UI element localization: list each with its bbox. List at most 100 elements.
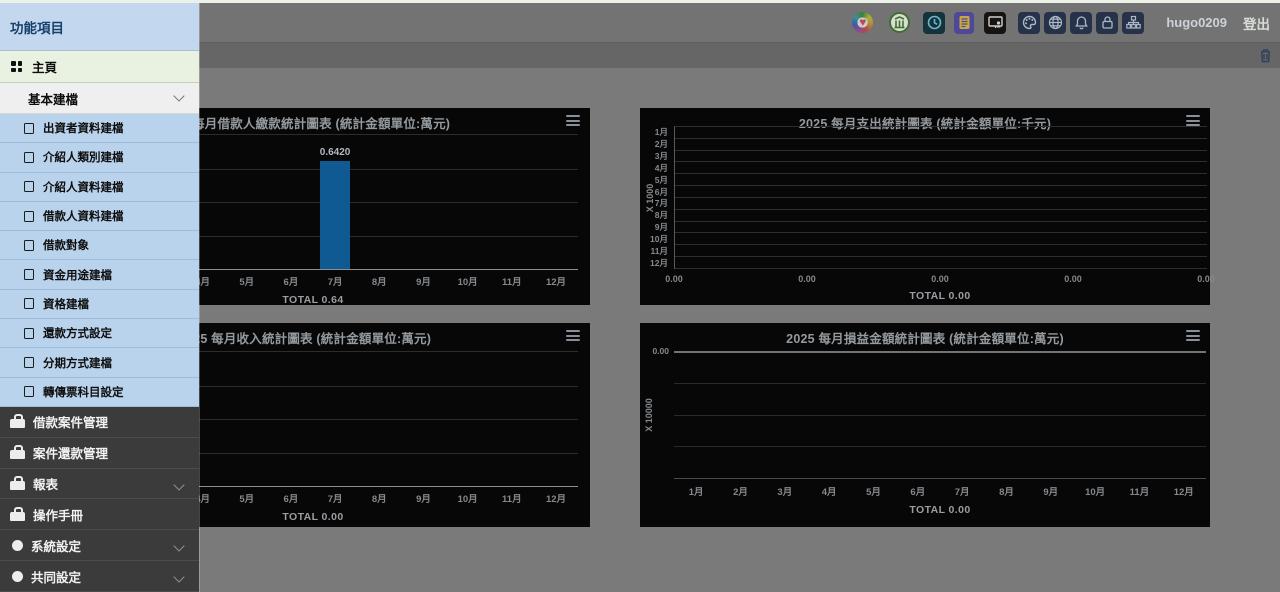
chart-menu-icon[interactable] — [1186, 115, 1200, 126]
sidebar-subitem-介紹人資料建檔[interactable]: 介紹人資料建檔 — [0, 173, 199, 202]
y-axis-label: 9月 — [655, 221, 668, 233]
x-axis-label: 6月 — [896, 484, 940, 498]
sidebar-subitem-還款方式設定[interactable]: 還款方式設定 — [0, 319, 199, 348]
sidebar-subitem-label: 還款方式設定 — [43, 325, 112, 341]
trash-icon[interactable] — [1259, 48, 1272, 63]
bell-icon[interactable] — [1070, 12, 1092, 34]
category-row: 12月 — [675, 257, 1207, 269]
sidebar-item-label: 共同設定 — [31, 567, 81, 586]
sidebar-subitem-出資者資料建檔[interactable]: 出資者資料建檔 — [0, 114, 199, 143]
gridline — [674, 415, 1206, 416]
y-axis-label: 7月 — [655, 197, 668, 209]
category-row: 6月 — [675, 186, 1207, 198]
chart-menu-icon[interactable] — [1186, 330, 1200, 341]
x-axis-label: 12月 — [1162, 484, 1206, 498]
sidebar-subitem-資格建檔[interactable]: 資格建檔 — [0, 290, 199, 319]
x-axis-label: 6月 — [269, 491, 313, 505]
y-axis-label: 3月 — [655, 150, 668, 162]
logout-button[interactable]: 登出 — [1243, 13, 1270, 33]
presentation-icon[interactable] — [984, 12, 1006, 34]
sidebar-item-label: 主頁 — [32, 57, 57, 76]
sidebar-item-共同設定[interactable]: 共同設定 — [0, 561, 199, 592]
sidebar-group-basic[interactable]: 基本建檔 — [0, 83, 199, 114]
briefcase-icon — [10, 445, 25, 460]
x-axis-tick-label: 0.00 — [931, 274, 949, 284]
x-axis-label: 10月 — [446, 491, 490, 505]
y-axis-label: 4月 — [655, 162, 668, 174]
scroll-icon[interactable] — [954, 12, 974, 34]
category-row: 7月 — [675, 198, 1207, 210]
sitemap-icon[interactable] — [1122, 12, 1144, 34]
sidebar-subitem-分期方式建檔[interactable]: 分期方式建檔 — [0, 348, 199, 377]
x-axis-label: 7月 — [313, 491, 357, 505]
y-axis-label: 11月 — [651, 245, 669, 257]
sidebar-submenu: 出資者資料建檔介紹人類別建檔介紹人資料建檔借款人資料建檔借款對象資金用途建檔資格… — [0, 114, 199, 407]
x-axis-label: 5月 — [225, 491, 269, 505]
x-axis-tick-label: 0.00 — [1197, 274, 1215, 284]
square-outline-icon — [24, 181, 34, 192]
sidebar-item-home[interactable]: 主頁 — [0, 51, 199, 83]
category-row: 4月 — [675, 162, 1207, 174]
x-axis-tick-label: 0.00 — [665, 274, 683, 284]
x-axis-labels: 0.000.000.000.000.00 — [674, 274, 1206, 286]
chart-panel-profit: 2025 每月損益金額統計圖表 (統計金額單位:萬元) 0.00 X 10000… — [640, 323, 1210, 527]
x-axis-label: 8月 — [984, 484, 1028, 498]
sidebar-item-操作手冊[interactable]: 操作手冊 — [0, 499, 199, 530]
sidebar-item-label: 案件還款管理 — [33, 443, 108, 462]
x-axis-label: 11月 — [490, 274, 534, 288]
gridline — [674, 383, 1206, 384]
green-logo-icon[interactable] — [889, 12, 910, 33]
square-outline-icon — [24, 211, 34, 222]
category-row: 9月 — [675, 222, 1207, 234]
sidebar-subitem-label: 借款人資料建檔 — [43, 208, 124, 224]
lock-icon[interactable] — [1096, 12, 1118, 34]
chart-total-label: TOTAL 0.00 — [674, 504, 1206, 516]
sidebar-subitem-轉傳票科目設定[interactable]: 轉傳票科目設定 — [0, 378, 199, 407]
x-axis-label: 11月 — [1117, 484, 1161, 498]
category-row: 5月 — [675, 174, 1207, 186]
category-row: 3月 — [675, 151, 1207, 163]
sidebar-item-借款案件管理[interactable]: 借款案件管理 — [0, 407, 199, 438]
sidebar-subitem-label: 分期方式建檔 — [43, 355, 112, 371]
x-axis-label: 8月 — [357, 274, 401, 288]
x-axis-label: 9月 — [1029, 484, 1073, 498]
x-axis-labels: 1月2月3月4月5月6月7月8月9月10月11月12月 — [674, 484, 1206, 498]
chart-menu-icon[interactable] — [566, 115, 580, 126]
y-axis-label: 12月 — [650, 257, 668, 269]
clock-icon[interactable] — [923, 12, 945, 34]
y-axis-label: 1月 — [655, 126, 668, 138]
square-outline-icon — [24, 152, 34, 163]
x-axis-label: 10月 — [1073, 484, 1117, 498]
sidebar-subitem-借款人資料建檔[interactable]: 借款人資料建檔 — [0, 202, 199, 231]
chart-menu-icon[interactable] — [566, 330, 580, 341]
palette-icon[interactable] — [1018, 12, 1040, 34]
category-row: 1月 — [675, 127, 1207, 139]
colorful-logo-icon[interactable]: ♥ — [852, 12, 873, 33]
top-strip — [0, 0, 1280, 3]
chevron-down-icon — [173, 90, 184, 101]
x-axis-label: 7月 — [313, 274, 357, 288]
sidebar-subitem-label: 介紹人資料建檔 — [43, 179, 124, 195]
x-axis-label: 2月 — [718, 484, 762, 498]
sidebar-item-報表[interactable]: 報表 — [0, 469, 199, 500]
sidebar-subitem-label: 介紹人類別建檔 — [43, 149, 124, 165]
sidebar-subitem-介紹人類別建檔[interactable]: 介紹人類別建檔 — [0, 143, 199, 172]
gridline — [674, 446, 1206, 447]
sidebar-subitem-借款對象[interactable]: 借款對象 — [0, 231, 199, 260]
x-axis-label: 5月 — [225, 274, 269, 288]
sidebar-subitem-資金用途建檔[interactable]: 資金用途建檔 — [0, 260, 199, 289]
sidebar-item-系統設定[interactable]: 系統設定 — [0, 530, 199, 561]
sidebar-item-案件還款管理[interactable]: 案件還款管理 — [0, 438, 199, 469]
chevron-down-icon — [173, 571, 184, 582]
y-axis-label: 5月 — [655, 174, 668, 186]
globe-icon[interactable] — [1044, 12, 1066, 34]
y-axis-tick-label: 0.00 — [652, 346, 669, 356]
chart-plot: 0.00 X 10000 — [674, 351, 1206, 479]
category-row: 11月 — [675, 245, 1207, 257]
chart-plot: X 1000 1月2月3月4月5月6月7月8月9月10月11月12月 — [674, 126, 1207, 269]
sidebar-group-label: 基本建檔 — [28, 89, 78, 108]
x-axis-label: 12月 — [534, 491, 578, 505]
category-row: 10月 — [675, 233, 1207, 245]
chart-total-label: TOTAL 0.00 — [674, 290, 1206, 302]
circle-icon — [12, 571, 23, 582]
